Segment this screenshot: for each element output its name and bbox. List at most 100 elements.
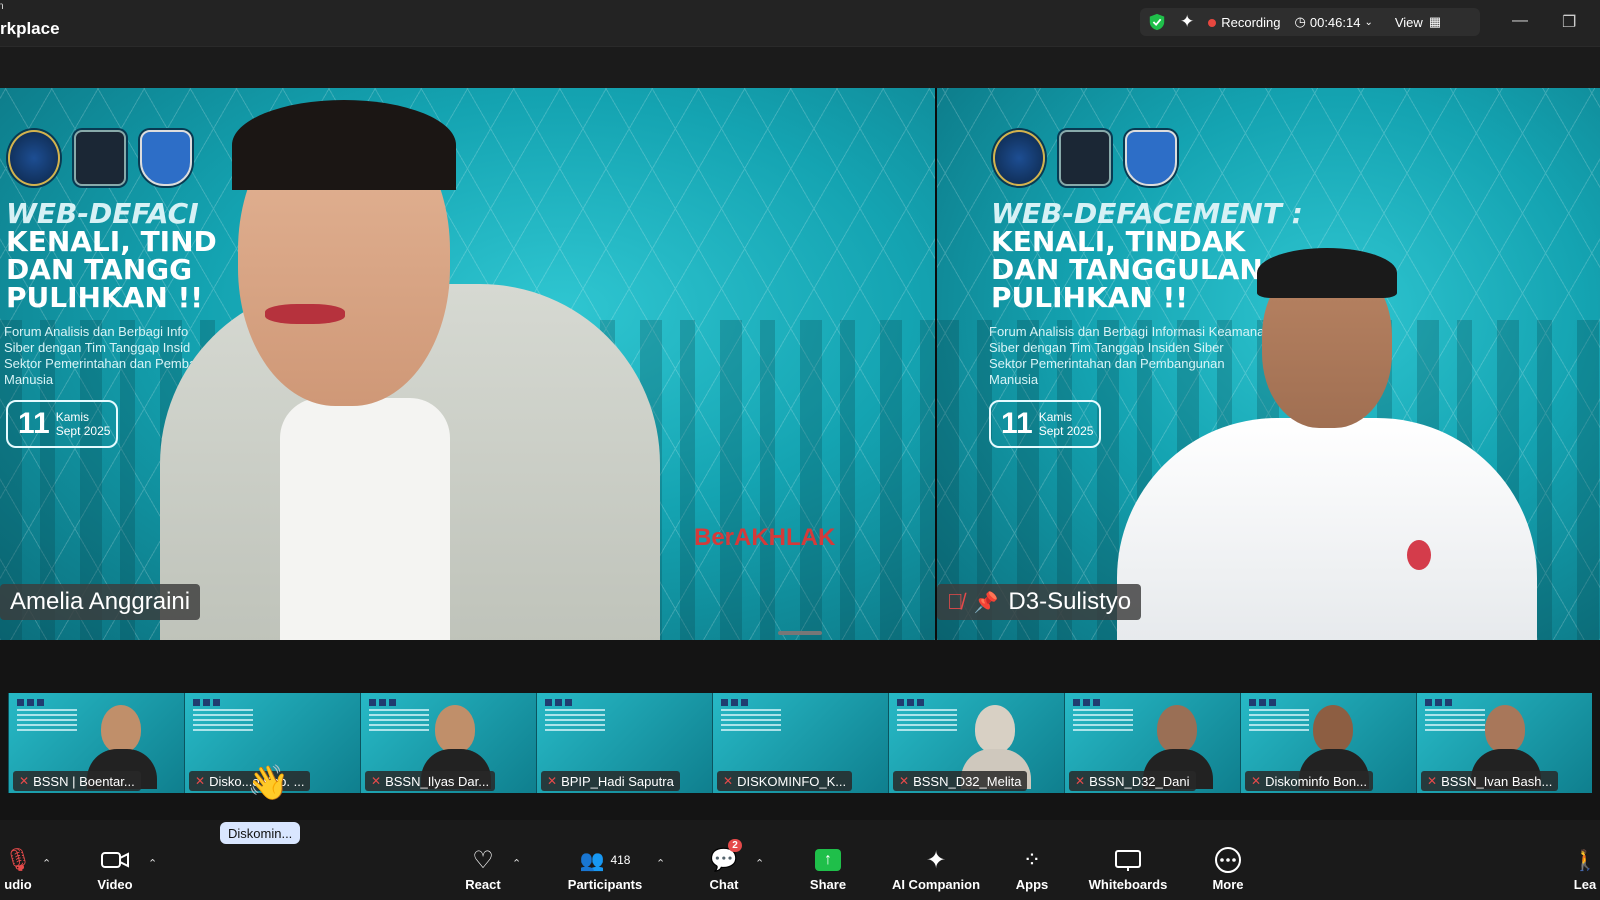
shield-icon[interactable]: [1148, 13, 1166, 31]
meeting-timer[interactable]: ◷ 00:46:14 ⌄: [1295, 14, 1373, 30]
participants-count: 418: [610, 853, 631, 867]
participant-label: ✕ BSSN_Ivan Bash...: [1421, 771, 1559, 791]
react-button[interactable]: ♡ React: [460, 845, 506, 900]
slide-sub-line1: Forum Analisis dan Berbagi Informasi Kea…: [989, 324, 1272, 339]
date-number: 11: [1001, 407, 1033, 440]
speaker-stage: WEB-DEFACI KENALI, TIND DAN TANGG PULIHK…: [0, 88, 1600, 640]
mini-slide-title: [1425, 709, 1485, 731]
grid-icon: ▦: [1428, 14, 1442, 29]
mini-logos: [1249, 699, 1279, 706]
slide-sub-line2: Siber dengan Tim Tanggap Insid: [4, 340, 191, 355]
chat-label: Chat: [709, 877, 739, 892]
video-tile-sulistyo[interactable]: WEB-DEFACEMENT : KENALI, TINDAK DAN TANG…: [937, 88, 1600, 640]
chat-icon: 💬 2: [710, 839, 742, 875]
mic-muted-icon: ✕: [1075, 774, 1086, 788]
mini-slide-title: [369, 709, 429, 731]
more-button[interactable]: More: [1206, 845, 1250, 900]
resize-handle[interactable]: [778, 631, 822, 635]
share-label: Share: [809, 877, 847, 892]
video-caret-icon[interactable]: ⌃: [148, 857, 157, 870]
minimize-icon[interactable]: —: [1512, 12, 1528, 30]
ai-sparkle-icon[interactable]: ✦: [1180, 12, 1194, 32]
mini-slide-title: [721, 709, 781, 731]
video-button[interactable]: Video: [92, 845, 138, 900]
leave-button[interactable]: 🚶 Lea: [1570, 845, 1600, 900]
participant-thumbnail[interactable]: ✕ BSSN_D32_Melita: [888, 693, 1064, 793]
video-tile-amelia[interactable]: WEB-DEFACI KENALI, TIND DAN TANGG PULIHK…: [0, 88, 935, 640]
participant-name: BPIP_Hadi Saputra: [561, 773, 674, 789]
mini-logos: [193, 699, 223, 706]
participant-label: ✕ BSSN_Ilyas Dar...: [365, 771, 496, 791]
restore-icon[interactable]: ❐: [1562, 12, 1576, 32]
participant-label: ✕ BSSN | Boentar...: [13, 771, 141, 791]
participants-icon: 👥 418: [579, 849, 631, 872]
participant-label: ✕ Diskominfo Bon...: [1245, 771, 1373, 791]
participant-name: DISKOMINFO_K...: [737, 773, 847, 789]
participant-thumbnail[interactable]: ✕ BSSN_Ilyas Dar...: [360, 693, 536, 793]
chat-caret-icon[interactable]: ⌃: [755, 857, 764, 870]
leave-icon: 🚶: [1572, 849, 1598, 872]
mic-muted-icon: ✕: [371, 774, 382, 788]
participant-tooltip: Diskomin...: [220, 822, 301, 844]
participant-thumbnail[interactable]: ✕ BSSN | Boentar...: [8, 693, 184, 793]
whiteboards-button[interactable]: Whiteboards: [1086, 845, 1170, 900]
ai-sparkle-icon: ✦: [925, 846, 947, 874]
participant-thumbnail[interactable]: ✕ BSSN_Ivan Bash...: [1416, 693, 1592, 793]
mini-slide-title: [897, 709, 957, 731]
apps-icon: ⁘: [1022, 847, 1042, 872]
more-icon: [1214, 845, 1242, 875]
participant-face: [975, 705, 1015, 753]
participant-label: ✕ BSSN_D32_Dani: [1069, 771, 1196, 791]
audio-button[interactable]: 🎙 udio: [0, 845, 36, 900]
csirt-logo: [1125, 130, 1177, 186]
participants-button[interactable]: 👥 418 Participants: [560, 845, 650, 900]
participant-thumbnail[interactable]: ✕ BPIP_Hadi Saputra: [536, 693, 712, 793]
csirt-logo: [140, 130, 192, 186]
meeting-toolbar: 🎙 udio ⌃ Video ⌃ ♡ React ⌃ 👥 418 Particip…: [0, 839, 1600, 900]
apps-button[interactable]: ⁘ Apps: [1010, 845, 1054, 900]
speaker-name: D3-Sulistyo: [1008, 588, 1132, 615]
mic-muted-icon: 🎙: [4, 847, 32, 872]
view-button[interactable]: View ▦: [1395, 14, 1441, 30]
speaker-name: Amelia Anggraini: [10, 588, 191, 615]
react-caret-icon[interactable]: ⌃: [512, 857, 521, 870]
participant-thumbnail[interactable]: ✕ Diskominfo Bon...: [1240, 693, 1416, 793]
participant-label: ✕ DISKOMINFO_K...: [717, 771, 853, 791]
view-label: View: [1394, 14, 1423, 30]
app-title-text: rkplace: [0, 19, 60, 38]
participants-caret-icon[interactable]: ⌃: [656, 857, 665, 870]
participant-name: BSSN | Boentar...: [33, 773, 135, 789]
participant-thumbnail[interactable]: ✕ BSSN_D32_Dani: [1064, 693, 1240, 793]
timer-value: 00:46:14: [1309, 14, 1361, 30]
leave-label: Lea: [1573, 877, 1597, 892]
audio-label: udio: [4, 877, 32, 892]
mini-logos: [369, 699, 399, 706]
chevron-down-icon: ⌄: [1364, 16, 1373, 28]
participant-face: [1313, 705, 1353, 753]
speaker-name-tag: 🎙̸ 📌 D3-Sulistyo: [937, 584, 1142, 620]
slide-subtitle: Forum Analisis dan Berbagi Informasi Kea…: [989, 324, 1272, 388]
date-day: Kamis: [1038, 410, 1073, 424]
emblem-logo: [993, 130, 1045, 186]
share-button[interactable]: ↑ Share: [806, 845, 850, 900]
chat-button[interactable]: 💬 2 Chat: [702, 839, 746, 900]
apps-label: Apps: [1015, 877, 1049, 892]
react-label: React: [465, 877, 501, 892]
mini-slide-title: [193, 709, 253, 731]
date-month: Sept 2025: [1038, 424, 1094, 438]
participant-name: Diskominfo Bon...: [1265, 773, 1367, 789]
mic-muted-icon: ✕: [723, 774, 734, 788]
mini-logos: [17, 699, 47, 706]
slide-title-line2: KENALI, TIND: [6, 225, 217, 258]
slide-title-line1: WEB-DEFACEMENT :: [991, 197, 1303, 230]
mini-slide-title: [17, 709, 77, 731]
participant-thumbnail[interactable]: ✕ DISKOMINFO_K...: [712, 693, 888, 793]
participant-label: ✕ BSSN_D32_Melita: [893, 771, 1028, 791]
slide-sub-line3: Sektor Pemerintahan dan Pemba: [4, 356, 197, 371]
mic-muted-icon: ✕: [899, 774, 910, 788]
recording-label: Recording: [1221, 14, 1281, 30]
ai-companion-button[interactable]: ✦ AI Companion: [888, 845, 984, 900]
recording-indicator[interactable]: Recording: [1208, 14, 1281, 30]
audio-caret-icon[interactable]: ⌃: [42, 857, 51, 870]
slide-sub-line1: Forum Analisis dan Berbagi Info: [4, 324, 189, 339]
